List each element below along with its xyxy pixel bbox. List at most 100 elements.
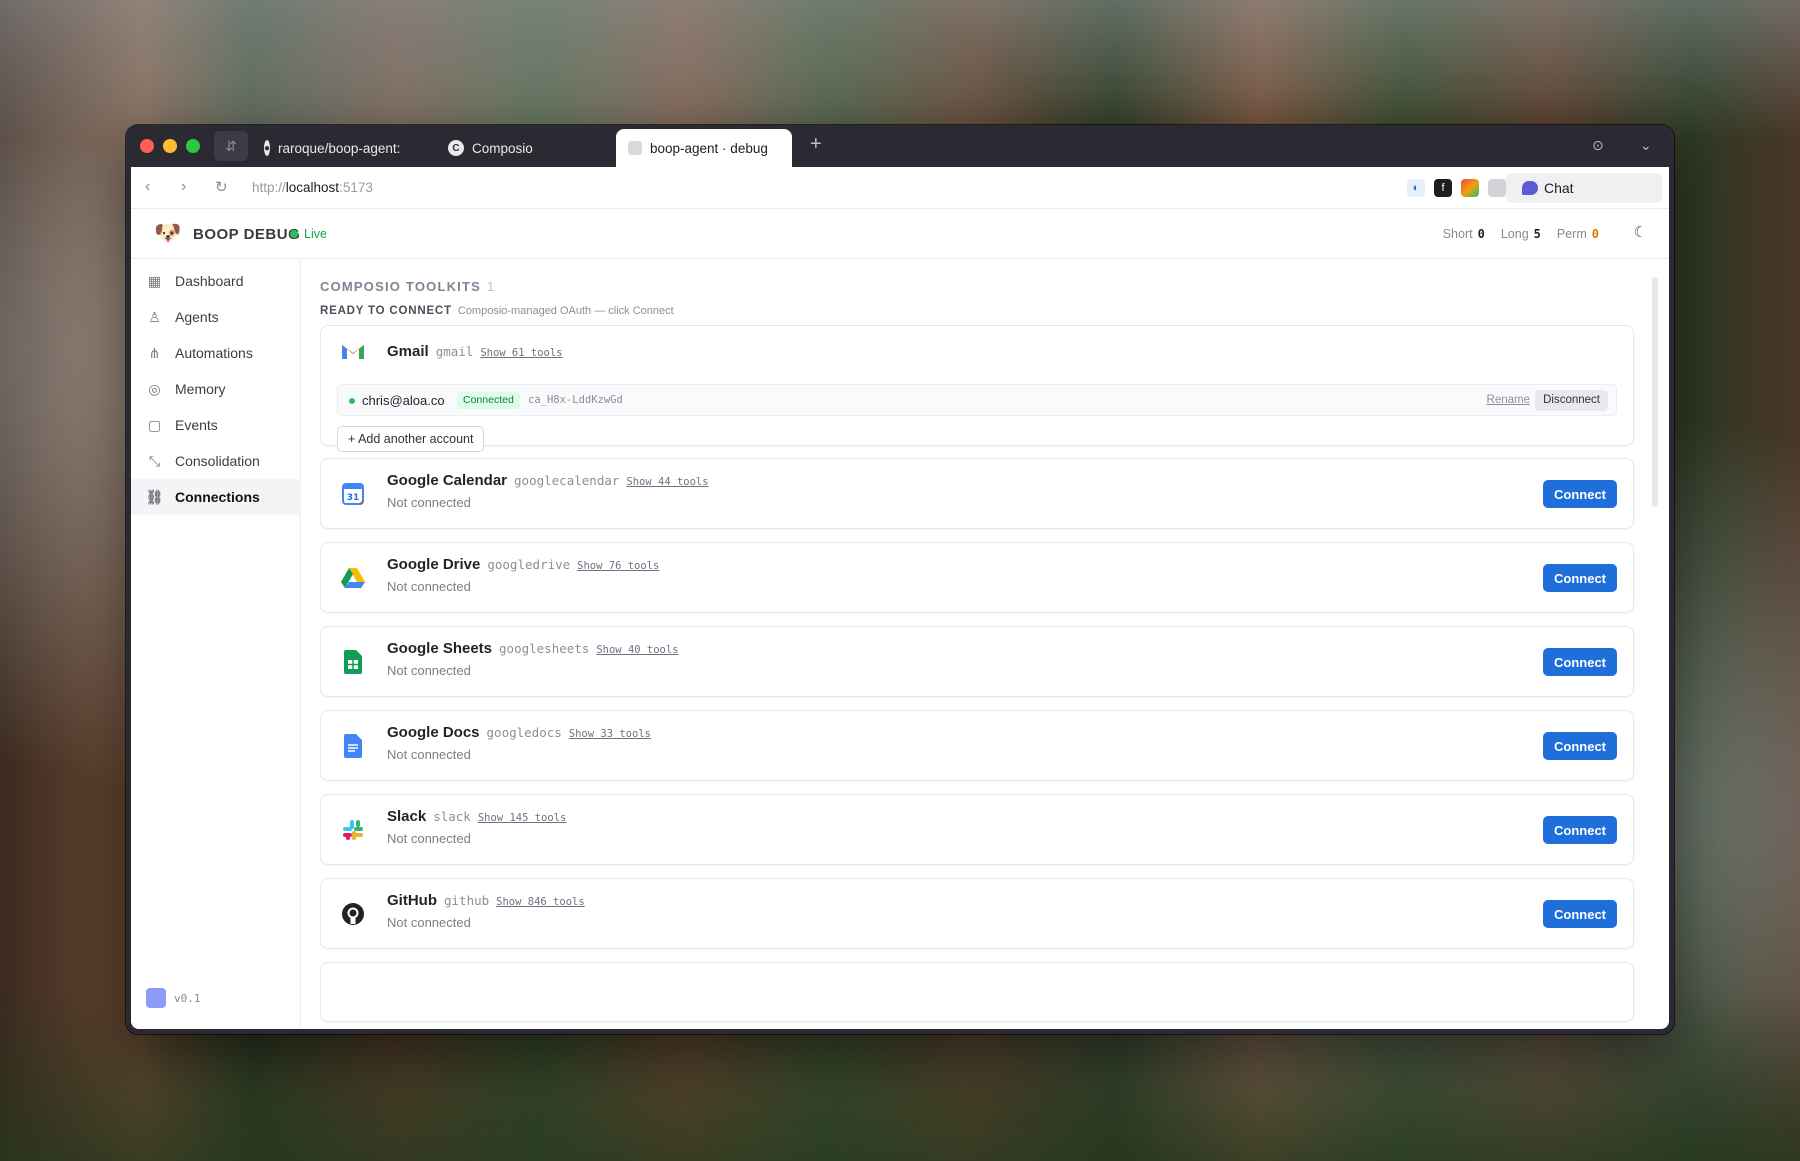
add-account-button[interactable]: + Add another account xyxy=(337,426,485,452)
toolkit-title: Google Sheets googlesheets Show 40 tools xyxy=(387,640,679,657)
show-tools-link[interactable]: Show 44 tools xyxy=(626,476,708,488)
sidebar-item-automations[interactable]: ⋔ Automations xyxy=(131,335,301,371)
sidebar-item-agents[interactable]: ♙ Agents xyxy=(131,299,301,335)
toolkit-title: Google Drive googledrive Show 76 tools xyxy=(387,556,659,573)
account-email: chris@aloa.co xyxy=(362,393,445,408)
tab-bar: ⇵ ● raroque/boop-agent: T C Composio boo… xyxy=(126,125,1674,167)
count-label: Perm xyxy=(1556,227,1587,241)
minimize-window-button[interactable] xyxy=(163,139,177,153)
close-window-button[interactable] xyxy=(140,139,154,153)
sidebar-item-memory[interactable]: ◎ Memory xyxy=(131,371,301,407)
sidebar-item-events[interactable]: ▢ Events xyxy=(131,407,301,443)
boop-logo-icon xyxy=(146,988,166,1008)
status-badge: Connected xyxy=(457,392,520,409)
gmail-icon xyxy=(341,339,365,363)
download-icon[interactable]: ⊙ xyxy=(1592,137,1604,154)
extension-icon-2[interactable]: f xyxy=(1434,179,1452,197)
toolkit-name: Google Sheets xyxy=(387,640,493,657)
extension-icon-4[interactable] xyxy=(1488,179,1506,197)
status-dot-icon xyxy=(349,398,355,404)
tab-boop-debug[interactable]: boop-agent · debug xyxy=(616,129,792,167)
connect-button[interactable]: Connect xyxy=(1543,564,1617,592)
chat-label: Chat xyxy=(1544,180,1574,196)
count-long: Long 5 xyxy=(1501,227,1541,241)
scrollbar[interactable] xyxy=(1652,277,1658,507)
tab-github[interactable]: ● raroque/boop-agent: T xyxy=(252,129,402,167)
sidebar-item-dashboard[interactable]: ▦ Dashboard xyxy=(131,263,301,299)
new-tab-button[interactable]: + xyxy=(810,133,822,156)
url-port: :5173 xyxy=(339,180,373,195)
extension-icon-1[interactable]: ◐ xyxy=(1407,179,1425,197)
back-icon[interactable]: ‹ xyxy=(145,178,150,196)
toolkit-title: GitHub github Show 846 tools xyxy=(387,892,585,909)
show-tools-link[interactable]: Show 33 tools xyxy=(569,728,651,740)
sidebar-item-label: Events xyxy=(175,417,218,433)
tab-composio[interactable]: C Composio xyxy=(436,129,596,167)
toolkit-card-googlecalendar: 31 Google Calendar googlecalendar Show 44 … xyxy=(320,458,1634,529)
browser-window: ⇵ ● raroque/boop-agent: T C Composio boo… xyxy=(126,125,1674,1034)
toolkit-card-slack: Slack slack Show 145 tools Not connected C… xyxy=(320,794,1634,865)
sidebar-toggle-icon[interactable]: ⇵ xyxy=(214,131,248,161)
toolkit-title: Google Docs googledocs Show 33 tools xyxy=(387,724,651,741)
count-label: Long xyxy=(1500,227,1529,241)
url-field[interactable]: http://localhost:5173 xyxy=(252,180,373,195)
sidebar-item-label: Automations xyxy=(175,345,253,361)
connection-status: Not connected xyxy=(387,915,471,930)
show-tools-link[interactable]: Show 846 tools xyxy=(496,896,585,908)
connect-button[interactable]: Connect xyxy=(1543,480,1617,508)
connect-button[interactable]: Connect xyxy=(1543,816,1617,844)
toolkit-slug: gmail xyxy=(435,344,474,359)
toolkit-slug: googlesheets xyxy=(499,641,590,656)
version-label: v0.1 xyxy=(174,991,201,1005)
main-panel: COMPOSIO TOOLKITS 1 READY TO CONNECT Compo… xyxy=(302,259,1669,1029)
sidebar-item-consolidation[interactable]: ⤡ Consolidation xyxy=(131,443,301,479)
svg-text:31: 31 xyxy=(347,493,360,503)
toolkit-card-googlesheets: Google Sheets googlesheets Show 40 tools N… xyxy=(320,626,1634,697)
agent-icon: ♙ xyxy=(148,308,161,325)
sidebar-item-label: Consolidation xyxy=(175,453,260,469)
target-icon: ◎ xyxy=(148,380,161,397)
chat-bubble-icon xyxy=(1522,181,1538,195)
sidebar-item-connections[interactable]: ⛓ Connections xyxy=(131,479,301,515)
toolkit-name: Google Calendar xyxy=(387,472,508,489)
github-icon xyxy=(341,902,365,926)
toolkit-name: GitHub xyxy=(387,892,437,909)
sidebar-item-label: Connections xyxy=(175,489,260,505)
app-header: 🐶 BOOP DEBUG Live Short 0 Long 5 Perm 0 ☾ xyxy=(131,209,1669,259)
url-scheme: http:// xyxy=(252,180,286,195)
disconnect-button[interactable]: Disconnect xyxy=(1535,390,1608,411)
show-tools-link[interactable]: Show 61 tools xyxy=(480,347,562,359)
toolkit-title: Google Calendar googlecalendar Show 44 too… xyxy=(387,472,709,489)
link-icon: ⛓ xyxy=(145,488,164,505)
connect-button[interactable]: Connect xyxy=(1543,732,1617,760)
forward-icon[interactable]: › xyxy=(181,178,186,196)
toolkit-slug: googledocs xyxy=(486,725,562,740)
show-tools-link[interactable]: Show 145 tools xyxy=(478,812,567,824)
connected-account-row: chris@aloa.co Connected ca_H8x-LddKzwGd … xyxy=(337,384,1617,416)
google-calendar-icon: 31 xyxy=(341,482,365,506)
dark-mode-toggle-icon[interactable]: ☾ xyxy=(1634,223,1647,241)
merge-icon: ⤡ xyxy=(148,452,161,469)
google-sheets-icon xyxy=(341,650,365,674)
section-title-text: COMPOSIO TOOLKITS xyxy=(320,279,482,294)
show-tools-link[interactable]: Show 40 tools xyxy=(596,644,678,656)
reload-icon[interactable]: ↻ xyxy=(215,178,228,196)
chevron-down-icon[interactable]: ⌄ xyxy=(1640,137,1652,154)
chat-button[interactable]: Chat xyxy=(1506,173,1662,203)
tab-title: boop-agent · debug xyxy=(650,140,768,156)
count-value: 0 xyxy=(1591,227,1599,241)
extension-icon-3[interactable] xyxy=(1461,179,1479,197)
connect-button[interactable]: Connect xyxy=(1543,900,1617,928)
tab-title: raroque/boop-agent: T xyxy=(278,140,402,156)
subsection-title: READY TO CONNECT Composio-managed OAuth —… xyxy=(320,305,674,317)
count-value: 0 xyxy=(1477,227,1485,241)
wallpaper-sky xyxy=(0,0,1800,140)
connect-button[interactable]: Connect xyxy=(1543,648,1617,676)
connection-status: Not connected xyxy=(387,663,471,678)
rename-link[interactable]: Rename xyxy=(1487,394,1530,406)
workflow-icon: ⋔ xyxy=(148,344,161,361)
show-tools-link[interactable]: Show 76 tools xyxy=(577,560,659,572)
toolkit-card-github: GitHub github Show 846 tools Not connected… xyxy=(320,878,1634,949)
subsection-title-text: READY TO CONNECT xyxy=(320,305,452,317)
maximize-window-button[interactable] xyxy=(186,139,200,153)
